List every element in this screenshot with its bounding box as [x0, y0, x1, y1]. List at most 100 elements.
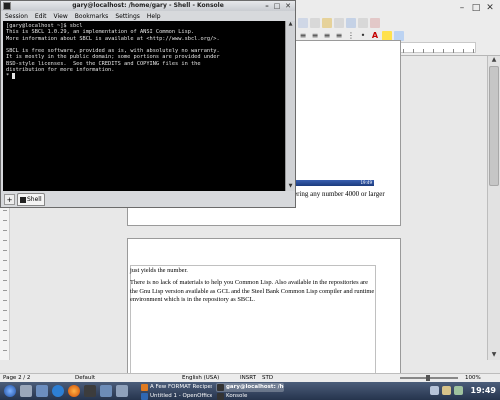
toolbar-icon[interactable] — [370, 17, 380, 28]
ruler-tick — [443, 49, 444, 53]
page1-text: ering any number 4000 or larger — [294, 190, 385, 198]
new-tab-icon[interactable]: + — [4, 194, 15, 205]
embedded-screenshot-image: 19:49 — [286, 180, 374, 186]
task-label: Konsole — [226, 393, 248, 399]
bullets-icon[interactable]: • — [358, 31, 368, 41]
menu-help[interactable]: Help — [147, 12, 161, 21]
writer-statusbar: Page 2 / 2 Default English (USA) INSRT S… — [0, 373, 500, 382]
toolbar-icon[interactable] — [322, 17, 332, 28]
pager-icon[interactable] — [100, 385, 112, 397]
ruler-tick — [403, 49, 404, 53]
terminal-icon[interactable] — [3, 2, 11, 10]
numbering-icon[interactable]: ⋮ — [346, 31, 356, 41]
writer-icon — [141, 393, 148, 400]
maximize-icon[interactable]: □ — [273, 2, 281, 10]
ruler-tick — [3, 250, 7, 251]
firefox-icon — [141, 384, 148, 391]
ruler-tick — [3, 240, 7, 241]
document-paragraph: just yields the number. — [130, 267, 188, 274]
ruler-tick — [3, 230, 7, 231]
terminal-scrollbar[interactable]: ▲ ▼ — [285, 21, 295, 191]
ruler-tick — [423, 49, 424, 53]
toolbar-icon[interactable] — [310, 17, 320, 28]
close-icon[interactable]: ✕ — [284, 2, 292, 10]
tab-shell[interactable]: Shell — [17, 193, 45, 206]
ruler-tick — [3, 300, 7, 301]
document-paragraph: There is no lack of materials to help yo… — [130, 279, 375, 303]
globe-icon[interactable] — [52, 385, 64, 397]
ruler-tick — [3, 210, 7, 211]
ruler-tick — [3, 340, 7, 341]
scroll-up-icon[interactable]: ▲ — [488, 56, 500, 65]
toolbar-icon[interactable] — [298, 17, 308, 28]
selection-mode[interactable]: STD — [262, 374, 273, 382]
page-style: Default — [75, 375, 96, 381]
scroll-up-icon[interactable]: ▲ — [286, 21, 295, 29]
ruler-tick — [3, 350, 7, 351]
align-center-icon[interactable]: ≡ — [310, 31, 320, 41]
task-label: gary@localhost: /hom — [226, 384, 284, 390]
document-body-text[interactable]: just yields the number. There is no lack … — [130, 267, 375, 308]
document-scrollbar[interactable]: ▲ ▼ — [487, 56, 500, 360]
minimize-icon[interactable]: – — [263, 2, 271, 10]
terminal-icon[interactable] — [84, 385, 96, 397]
justify-icon[interactable]: ≡ — [334, 31, 344, 41]
zoom-level[interactable]: 100% — [465, 374, 481, 382]
maximize-icon[interactable]: □ — [470, 2, 482, 14]
terminal-output[interactable]: [gary@localhost ~]$ sbcl This is SBCL 1.0… — [3, 21, 285, 191]
page-indicator: Page 2 / 2 — [3, 375, 31, 381]
taskbar-task[interactable]: Untitled 1 - OpenOffice.org Writer — [140, 392, 212, 400]
language-indicator: English (USA) — [182, 375, 220, 381]
volume-icon[interactable] — [442, 386, 451, 395]
terminal-icon — [217, 393, 224, 400]
menu-settings[interactable]: Settings — [115, 12, 140, 21]
toolbar-icon[interactable] — [346, 17, 356, 28]
scroll-down-icon[interactable]: ▼ — [286, 183, 295, 191]
ruler-tick — [413, 49, 414, 53]
toolbar-icon[interactable] — [358, 17, 368, 28]
taskbar-task[interactable]: Konsole — [216, 392, 284, 400]
task-label: Untitled 1 - OpenOffice.org Writer — [150, 393, 212, 399]
pager-icon[interactable] — [116, 385, 128, 397]
zoom-slider-knob[interactable] — [426, 375, 430, 381]
taskbar-task[interactable]: A Few FORMAT Recipes — [140, 383, 212, 392]
scroll-down-icon[interactable]: ▼ — [488, 351, 500, 360]
menu-edit[interactable]: Edit — [35, 12, 47, 21]
toolbar-icon[interactable] — [334, 17, 344, 28]
desktop-icon[interactable] — [20, 385, 32, 397]
align-left-icon[interactable]: ≡ — [298, 31, 308, 41]
menu-session[interactable]: Session — [5, 12, 28, 21]
ruler-tick — [433, 49, 434, 53]
menu-bookmarks[interactable]: Bookmarks — [75, 12, 109, 21]
clock[interactable]: 19:49 — [471, 382, 496, 400]
ruler-tick — [3, 220, 7, 221]
taskbar-task[interactable]: gary@localhost: /hom — [216, 383, 284, 392]
highlight-icon[interactable] — [382, 30, 392, 41]
ruler-tick — [3, 310, 7, 311]
updates-icon[interactable] — [454, 386, 463, 395]
scrollbar-thumb[interactable] — [489, 66, 499, 186]
firefox-icon[interactable] — [68, 385, 80, 397]
konsole-titlebar[interactable]: gary@localhost: /home/gary - Shell - Kon… — [1, 1, 295, 11]
insert-mode[interactable]: INSRT — [240, 374, 256, 382]
standard-toolbar — [298, 16, 380, 29]
window-title: gary@localhost: /home/gary - Shell - Kon… — [72, 2, 224, 9]
ruler-tick — [453, 49, 454, 53]
menu-view[interactable]: View — [54, 12, 68, 21]
minimize-icon[interactable]: – — [456, 2, 468, 14]
konsole-window[interactable]: gary@localhost: /home/gary - Shell - Kon… — [0, 0, 296, 208]
konsole-tabbar: + Shell — [1, 192, 295, 207]
file-manager-icon[interactable] — [36, 385, 48, 397]
terminal-cursor — [12, 73, 16, 80]
network-icon[interactable] — [430, 386, 439, 395]
kde-menu-icon[interactable] — [4, 385, 16, 397]
ruler-tick — [3, 330, 7, 331]
background-color-icon[interactable] — [394, 30, 404, 41]
ruler-tick — [3, 290, 7, 291]
close-icon[interactable]: ✕ — [484, 2, 496, 14]
tab-label: Shell — [27, 196, 42, 203]
font-color-icon[interactable]: A — [370, 31, 380, 41]
ruler-tick — [3, 260, 7, 261]
terminal-icon — [20, 197, 26, 203]
align-right-icon[interactable]: ≡ — [322, 31, 332, 41]
